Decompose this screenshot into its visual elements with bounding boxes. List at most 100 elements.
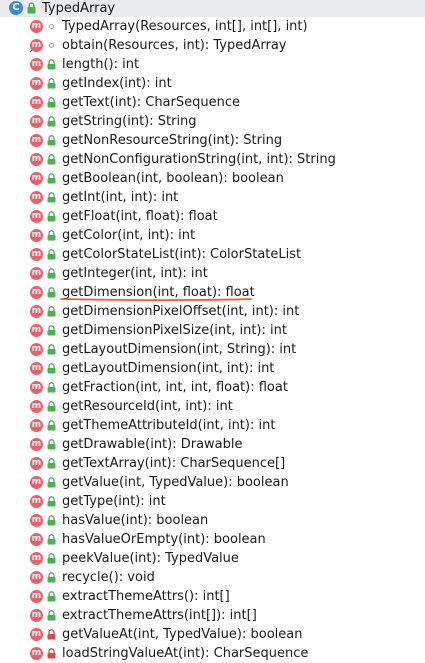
member-item-has-value[interactable]: m hasValue(int): boolean [0,511,425,530]
member-label: getLayoutDimension(int, int): int [62,361,275,376]
method-icon: m [30,362,43,375]
method-icon: m [30,210,43,223]
member-label: getTextArray(int): CharSequence[] [62,456,286,471]
method-icon: m [30,191,43,204]
public-lock-icon [47,173,56,184]
member-item-get-dimension-pixel-offset[interactable]: m getDimensionPixelOffset(int, int): int [0,302,425,321]
public-lock-icon [47,287,56,298]
public-lock-icon [47,439,56,450]
member-item-get-non-resource-string[interactable]: m getNonResourceString(int): String [0,131,425,150]
public-lock-icon [47,363,56,374]
method-icon: m [30,476,43,489]
member-label: getColor(int, int): int [62,228,196,243]
private-lock-icon [47,629,56,640]
member-item-get-text[interactable]: m getText(int): CharSequence [0,93,425,112]
member-label: peekValue(int): TypedValue [62,551,239,566]
member-item-get-non-configuration-string[interactable]: m getNonConfigurationString(int, int): St… [0,150,425,169]
member-item-get-dimension-pixel-size[interactable]: m getDimensionPixelSize(int, int): int [0,321,425,340]
member-item-get-color[interactable]: m getColor(int, int): int [0,226,425,245]
public-lock-icon [47,382,56,393]
member-item-load-string-value-at[interactable]: m loadStringValueAt(int): CharSequence [0,644,425,663]
member-label: getResourceId(int, int): int [62,399,233,414]
member-item-get-color-state-list[interactable]: m getColorStateList(int): ColorStateList [0,245,425,264]
member-label: getDrawable(int): Drawable [62,437,243,452]
public-lock-icon [47,192,56,203]
method-icon: m [30,248,43,261]
member-item-get-drawable[interactable]: m getDrawable(int): Drawable [0,435,425,454]
member-label: getValue(int, TypedValue): boolean [62,475,289,490]
member-item-get-layout-dimension[interactable]: m getLayoutDimension(int, String): int [0,340,425,359]
method-icon: m [30,400,43,413]
member-item-get-text-array[interactable]: m getTextArray(int): CharSequence[] [0,454,425,473]
member-label: getNonConfigurationString(int, int): Str… [62,152,336,167]
member-label: obtain(Resources, int): TypedArray [62,38,287,53]
class-icon: C [9,1,23,15]
member-label: getIndex(int): int [62,76,172,91]
member-label: getNonResourceString(int): String [62,133,283,148]
member-item-get-value[interactable]: m getValue(int, TypedValue): boolean [0,473,425,492]
member-item-get-index[interactable]: m getIndex(int): int [0,74,425,93]
method-icon: m [30,286,43,299]
public-lock-icon [47,477,56,488]
member-item-get-layout-dimension[interactable]: m getLayoutDimension(int, int): int [0,359,425,378]
member-item-get-value-at[interactable]: m getValueAt(int, TypedValue): boolean [0,625,425,644]
method-icon: m [30,457,43,470]
method-icon: m [30,153,43,166]
class-title: TypedArray [42,1,116,16]
method-icon: m [30,628,43,641]
member-list: m TypedArray(Resources, int[], int[], int… [0,17,425,663]
member-item-get-integer[interactable]: m getInteger(int, int): int [0,264,425,283]
method-icon: m [30,514,43,527]
method-icon: m [30,647,43,660]
member-item-get-type[interactable]: m getType(int): int [0,492,425,511]
member-item-length[interactable]: m length(): int [0,55,425,74]
member-item-get-resource-id[interactable]: m getResourceId(int, int): int [0,397,425,416]
public-lock-icon [47,420,56,431]
member-label: hasValueOrEmpty(int): boolean [62,532,266,547]
member-item-get-boolean[interactable]: m getBoolean(int, boolean): boolean [0,169,425,188]
public-lock-icon [47,116,56,127]
public-lock-icon [47,325,56,336]
member-label: extractThemeAttrs(int[]): int[] [62,608,257,623]
public-lock-icon [47,591,56,602]
public-lock-icon [47,135,56,146]
public-lock-icon [47,97,56,108]
public-lock-icon [47,572,56,583]
public-lock-icon [47,249,56,260]
member-label: getInteger(int, int): int [62,266,208,281]
member-item-typed-array[interactable]: m TypedArray(Resources, int[], int[], int… [0,17,425,36]
member-label: hasValue(int): boolean [62,513,209,528]
member-label: getDimensionPixelSize(int, int): int [62,323,287,338]
member-label: extractThemeAttrs(): int[] [62,589,230,604]
member-item-peek-value[interactable]: m peekValue(int): TypedValue [0,549,425,568]
member-label: loadStringValueAt(int): CharSequence [62,646,309,661]
member-item-get-theme-attribute-id[interactable]: m getThemeAttributeId(int, int): int [0,416,425,435]
method-icon: m [30,609,43,622]
method-icon: m [30,96,43,109]
member-label: getFraction(int, int, int, float): float [62,380,288,395]
member-item-get-fraction[interactable]: m getFraction(int, int, int, float): floa… [0,378,425,397]
highlight-underline [60,298,252,302]
member-item-has-value-or-empty[interactable]: m hasValueOrEmpty(int): boolean [0,530,425,549]
member-item-get-int[interactable]: m getInt(int, int): int [0,188,425,207]
method-icon: m [30,324,43,337]
public-lock-icon [47,344,56,355]
member-item-get-string[interactable]: m getString(int): String [0,112,425,131]
class-header[interactable]: C TypedArray [0,0,425,17]
public-lock-icon [47,515,56,526]
method-icon: m [30,305,43,318]
member-item-get-float[interactable]: m getFloat(int, float): float [0,207,425,226]
method-icon: m [30,343,43,356]
public-lock-icon [47,230,56,241]
member-item-recycle[interactable]: m recycle(): void [0,568,425,587]
member-item-extract-theme-attrs[interactable]: m extractThemeAttrs(): int[] [0,587,425,606]
package-visibility-icon [49,24,54,29]
public-lock-icon [47,610,56,621]
method-icon: m [30,58,43,71]
public-lock-icon [47,401,56,412]
member-label: getBoolean(int, boolean): boolean [62,171,284,186]
method-icon: m [30,438,43,451]
member-label: getType(int): int [62,494,166,509]
member-item-obtain[interactable]: m obtain(Resources, int): TypedArray [0,36,425,55]
member-item-extract-theme-attrs[interactable]: m extractThemeAttrs(int[]): int[] [0,606,425,625]
